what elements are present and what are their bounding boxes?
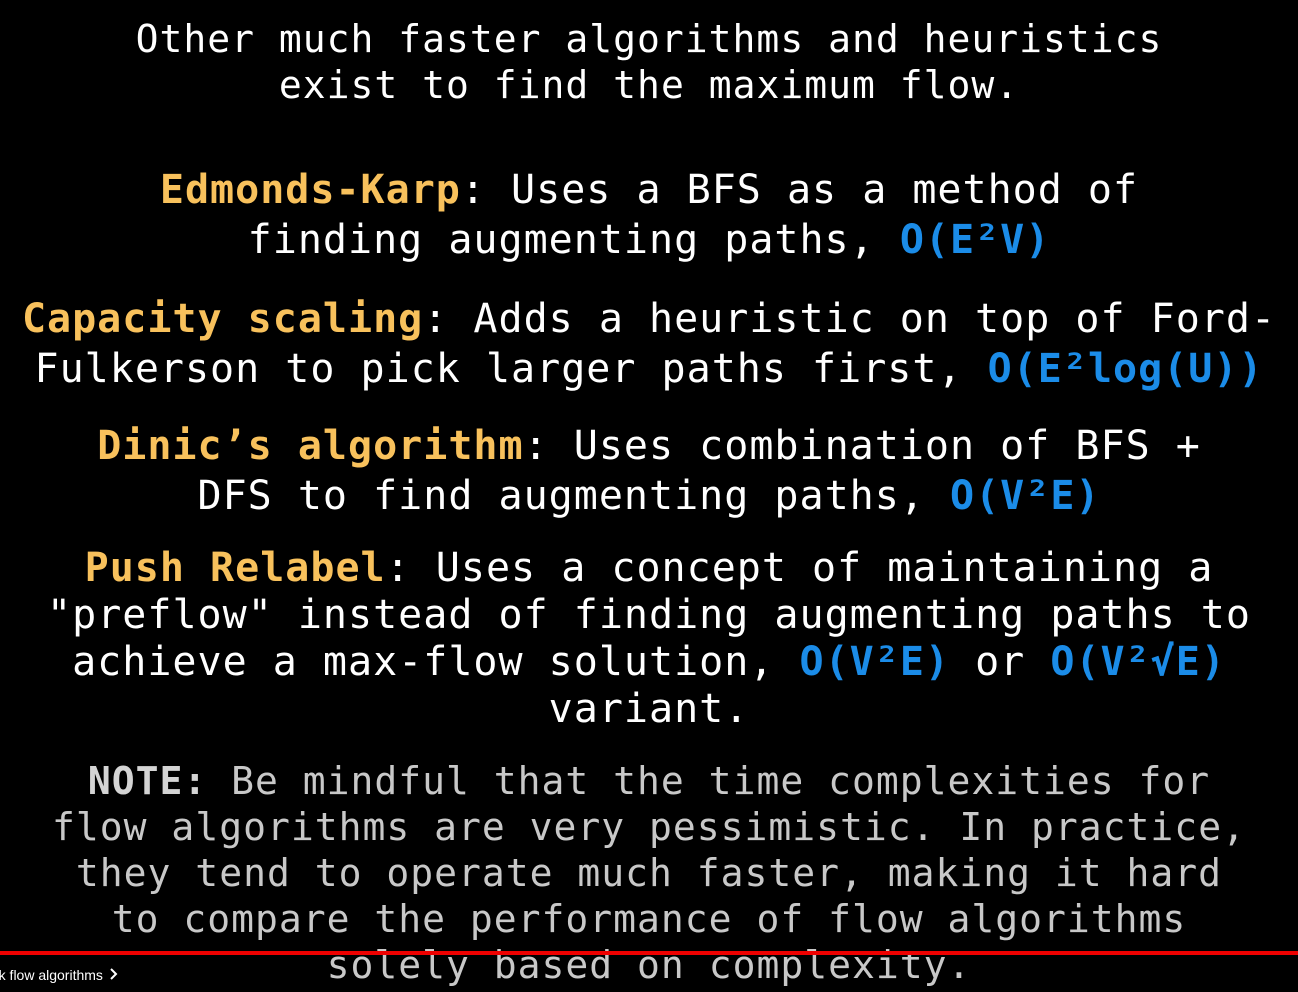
intro-text: Other much faster algorithms and heurist… [0,16,1298,108]
description-text: or [949,639,1051,685]
push-relabel-paragraph: Push Relabel: Uses a concept of maintain… [0,545,1298,733]
progress-fill [0,951,1298,955]
chapter-title: rk flow algorithms [0,967,103,983]
complexity-label: O(E²log(U)) [987,346,1264,392]
capacity-scaling-paragraph: Capacity scaling: Adds a heuristic on to… [0,294,1298,394]
complexity-label: O(V²E) [799,639,950,685]
algorithm-name: Capacity scaling [21,296,424,342]
edmonds-karp-paragraph: Edmonds-Karp: Uses a BFS as a method of … [0,165,1298,265]
description-text: : Uses a BFS as a method of [460,167,1139,213]
complexity-label: O(E²V) [899,217,1051,263]
description-text: : Uses a concept of maintaining a [385,545,1214,591]
note-text: flow algorithms are very pessimistic. In… [52,805,1246,849]
description-text: "preflow" instead of finding augmenting … [47,592,1251,638]
dinic-paragraph: Dinic’s algorithm: Uses combination of B… [0,421,1298,521]
description-text: Fulkerson to pick larger paths first, [34,346,988,392]
note-text: Be mindful that the time complexities fo… [207,759,1211,803]
slide: Other much faster algorithms and heurist… [0,0,1298,992]
algorithm-name: Edmonds-Karp [159,167,461,213]
video-progress-bar[interactable] [0,951,1298,955]
description-text: finding augmenting paths, [247,217,900,263]
description-text: variant. [548,686,750,732]
chapter-title-button[interactable]: rk flow algorithms [0,964,118,986]
description-text: : Adds a heuristic on top of Ford- [423,296,1277,342]
intro-line: exist to find the maximum flow. [278,63,1020,107]
note-text: they tend to operate much faster, making… [75,851,1223,895]
description-text: DFS to find augmenting paths, [197,473,950,519]
algorithm-name: Push Relabel [84,545,386,591]
description-text: achieve a max-flow solution, [72,639,800,685]
note-text: solely based on complexity. [326,943,972,987]
complexity-label: O(V²E) [949,473,1101,519]
complexity-label: O(V²√E) [1050,639,1226,685]
note-label: NOTE: [87,759,208,803]
algorithm-name: Dinic’s algorithm [97,423,524,469]
intro-line: Other much faster algorithms and heurist… [135,17,1163,61]
note-text: to compare the performance of flow algor… [111,897,1187,941]
description-text: : Uses combination of BFS + [523,423,1201,469]
chevron-right-icon [109,964,118,986]
